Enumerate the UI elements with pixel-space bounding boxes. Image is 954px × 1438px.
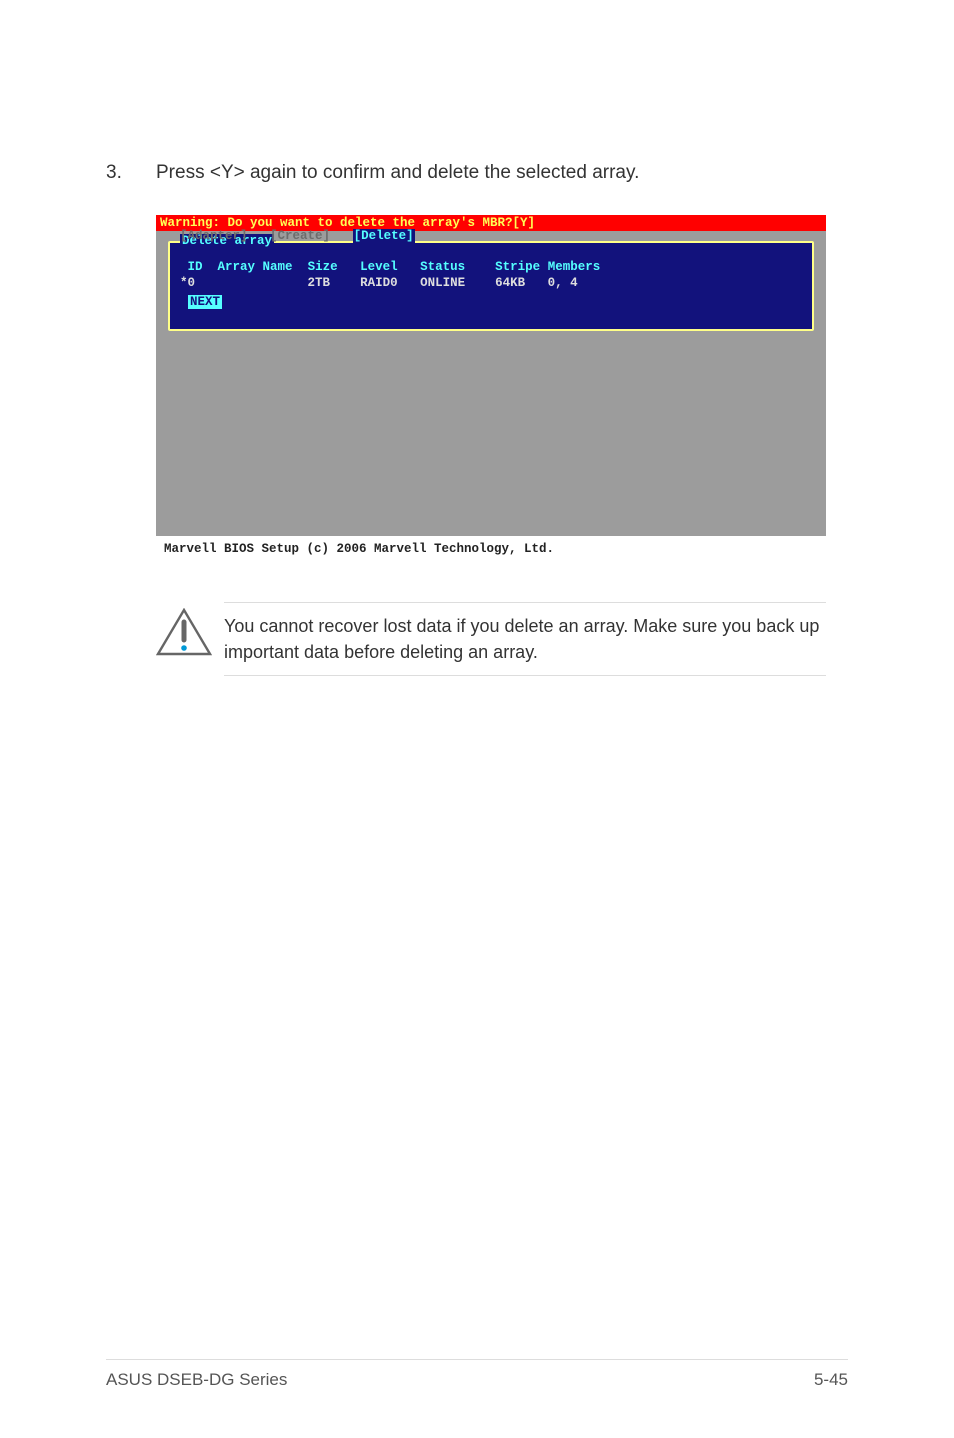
bios-tab-row: [Adapter] [Create] [Delete]: [180, 229, 415, 243]
cell-id: *0: [180, 276, 195, 290]
bios-screenshot: Warning: Do you want to delete the array…: [156, 215, 826, 562]
cell-members: 0, 4: [548, 276, 578, 290]
cell-stripe: 64KB: [495, 276, 525, 290]
bios-main-area: [Adapter] [Create] [Delete] Delete array…: [156, 231, 826, 536]
bios-gray-area: [168, 331, 814, 526]
next-button: NEXT: [188, 295, 222, 309]
hdr-level: Level: [360, 260, 398, 274]
column-headers: ID Array Name Size Level Status Stripe M…: [180, 259, 802, 276]
cell-status: ONLINE: [420, 276, 465, 290]
tab-delete: [Delete]: [353, 229, 415, 243]
footer-right: 5-45: [814, 1370, 848, 1390]
step-number: 3.: [106, 160, 156, 187]
caution-note: You cannot recover lost data if you dele…: [156, 602, 826, 676]
tab-create: [Create]: [270, 229, 330, 243]
caution-icon: [156, 602, 224, 658]
hdr-stripe: Stripe: [495, 260, 540, 274]
cell-level: RAID0: [360, 276, 398, 290]
footer-left: ASUS DSEB-DG Series: [106, 1370, 287, 1390]
caution-text: You cannot recover lost data if you dele…: [224, 602, 826, 676]
hdr-status: Status: [420, 260, 465, 274]
delete-array-panel: Delete array ID Array Name Size Level St…: [168, 241, 814, 331]
step-line: 3. Press <Y> again to confirm and delete…: [106, 160, 848, 187]
hdr-id: ID: [188, 260, 203, 274]
table-row: *0 2TB RAID0 ONLINE 64KB 0, 4: [180, 275, 802, 292]
bios-footer: Marvell BIOS Setup (c) 2006 Marvell Tech…: [156, 536, 826, 562]
hdr-members: Members: [548, 260, 601, 274]
cell-size: 2TB: [308, 276, 331, 290]
hdr-array-name: Array Name: [218, 260, 293, 274]
page-footer: ASUS DSEB-DG Series 5-45: [106, 1359, 848, 1390]
tab-adapter: [Adapter]: [180, 229, 248, 243]
hdr-size: Size: [308, 260, 338, 274]
step-text: Press <Y> again to confirm and delete th…: [156, 160, 848, 187]
